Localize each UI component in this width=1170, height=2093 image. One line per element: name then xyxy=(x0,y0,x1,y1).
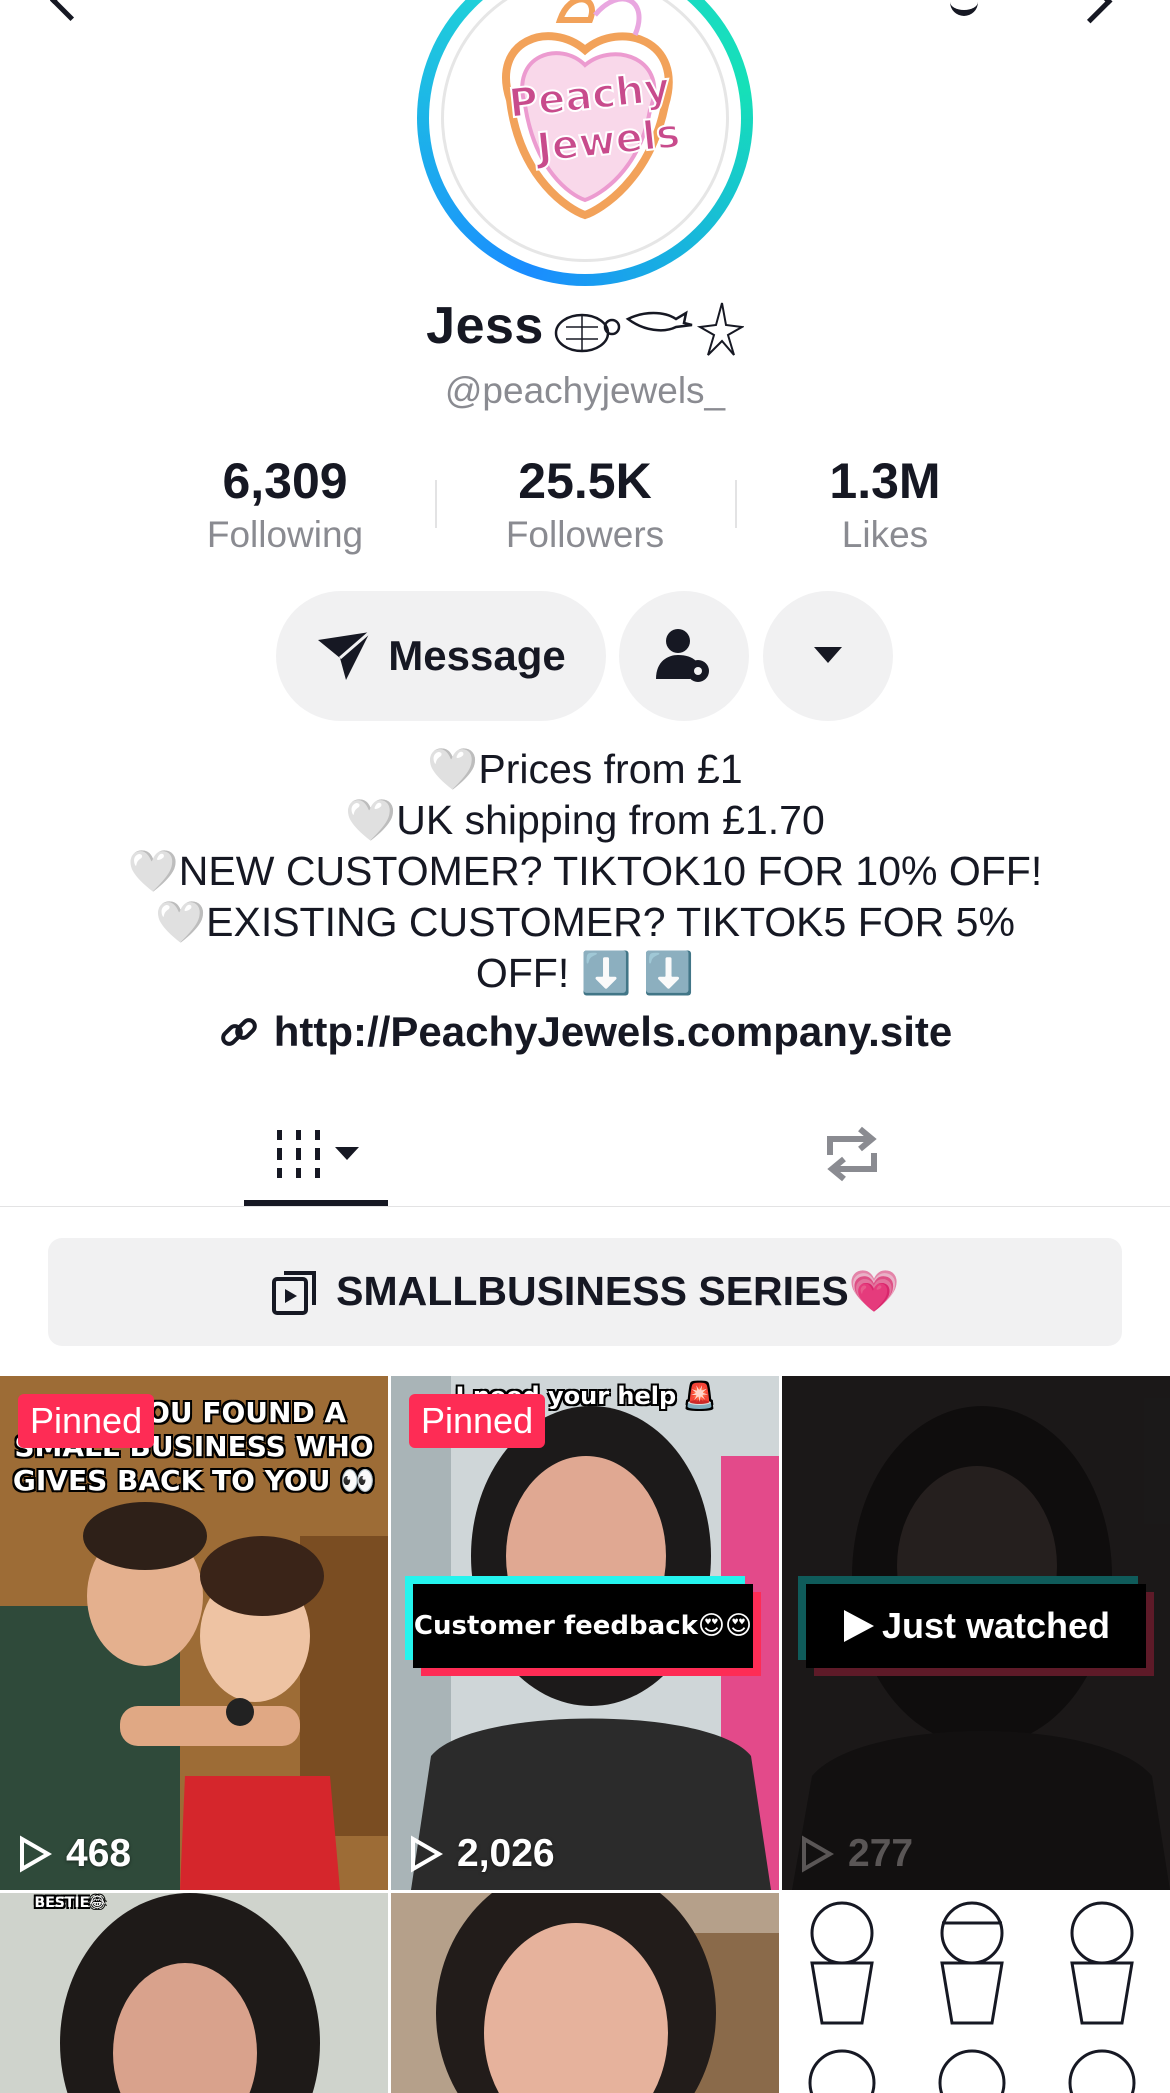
series-button[interactable]: SMALLBUSINESS SERIES💗 xyxy=(48,1238,1122,1346)
grid-icon xyxy=(277,1130,320,1178)
peachy-jewels-logo: Peachy Jewels xyxy=(502,0,683,220)
stat-followers[interactable]: 25.5K Followers xyxy=(465,452,705,556)
user-settings-icon xyxy=(656,629,709,682)
video-tile[interactable]: BESTIE😂 xyxy=(0,1893,388,2093)
play-icon xyxy=(843,1610,874,1642)
message-button-label: Message xyxy=(388,632,566,679)
share-icon[interactable] xyxy=(1068,0,1113,24)
stat-value: 25.5K xyxy=(518,453,652,509)
pinned-badge: Pinned xyxy=(409,1394,546,1448)
video-tile[interactable]: I need your help 🚨 Pinned Customer feedb… xyxy=(391,1376,779,1890)
bio-line: 🤍NEW CUSTOMER? TIKTOK10 FOR 10% OFF! xyxy=(127,848,1043,894)
profile-name: Jess xyxy=(0,296,1170,361)
tab-reposts[interactable] xyxy=(780,1110,924,1198)
stat-value: 6,309 xyxy=(222,453,348,509)
video-tile[interactable]: POV: YOU FOUND A SMALL BUSINESS WHO GIVE… xyxy=(0,1376,388,1890)
back-icon[interactable] xyxy=(49,0,92,22)
link-icon xyxy=(220,1018,257,1046)
stat-value: 1.3M xyxy=(829,453,941,509)
profile-link[interactable]: http://PeachyJewels.company.site xyxy=(0,1008,1170,1056)
stat-divider xyxy=(735,480,737,528)
series-label: SMALLBUSINESS SERIES💗 xyxy=(336,1268,900,1314)
tab-divider xyxy=(0,1206,1170,1207)
bio-line: 🤍Prices from £1 xyxy=(427,746,743,792)
repost-icon xyxy=(827,1126,877,1182)
profile-link-text: http://PeachyJewels.company.site xyxy=(273,1008,953,1055)
video-caption: BESTIE😂 xyxy=(34,1895,106,1911)
video-thumbnail xyxy=(782,1893,1170,2093)
video-thumbnail xyxy=(391,1893,779,2093)
video-tile[interactable] xyxy=(391,1893,779,2093)
stat-label: Likes xyxy=(841,514,929,555)
profile-handle: @peachyjewels_ xyxy=(444,370,726,411)
view-count: 468 xyxy=(18,1832,131,1876)
send-icon xyxy=(318,630,372,680)
video-tile[interactable] xyxy=(782,1893,1170,2093)
play-outline-icon xyxy=(411,1835,443,1873)
bio-line: 🤍UK shipping from £1.70 xyxy=(345,797,825,843)
pinned-badge: Pinned xyxy=(18,1394,155,1448)
more-options-button[interactable] xyxy=(763,591,893,721)
bell-icon[interactable] xyxy=(950,0,978,16)
bio-line: 🤍EXISTING CUSTOMER? TIKTOK5 FOR 5% xyxy=(155,899,1015,945)
stat-divider xyxy=(435,480,437,528)
video-banner: Customer feedback😍😍 xyxy=(413,1584,753,1668)
follow-settings-button[interactable] xyxy=(619,591,749,721)
stat-likes[interactable]: 1.3M Likes xyxy=(765,452,1005,556)
just-watched-banner: Just watched xyxy=(806,1584,1146,1668)
play-outline-icon xyxy=(20,1835,52,1873)
view-count-value: 2,026 xyxy=(457,1832,555,1875)
tab-videos[interactable] xyxy=(244,1110,388,1198)
video-thumbnail xyxy=(0,1893,388,2093)
turtle-shark-starfish-icon xyxy=(554,303,744,356)
profile-name-text: Jess xyxy=(426,297,544,355)
profile-bio: 🤍Prices from £1 🤍UK shipping from £1.70 … xyxy=(80,744,1090,999)
series-icon xyxy=(272,1271,317,1315)
view-count: 277 xyxy=(800,1832,913,1876)
view-count-value: 468 xyxy=(66,1832,132,1875)
video-tile[interactable]: Just watched 277 xyxy=(782,1376,1170,1890)
caret-down-icon xyxy=(814,647,842,663)
stat-label: Following xyxy=(206,514,364,555)
view-count-value: 277 xyxy=(848,1832,914,1875)
view-count: 2,026 xyxy=(409,1832,555,1876)
message-button[interactable]: Message xyxy=(276,591,606,721)
just-watched-label: Just watched xyxy=(881,1605,1111,1646)
play-outline-icon xyxy=(802,1835,834,1873)
stat-label: Followers xyxy=(505,514,665,555)
caret-down-icon xyxy=(335,1147,359,1160)
stat-following[interactable]: 6,309 Following xyxy=(165,452,405,556)
bio-line: OFF! ⬇️ ⬇️ xyxy=(475,950,695,996)
